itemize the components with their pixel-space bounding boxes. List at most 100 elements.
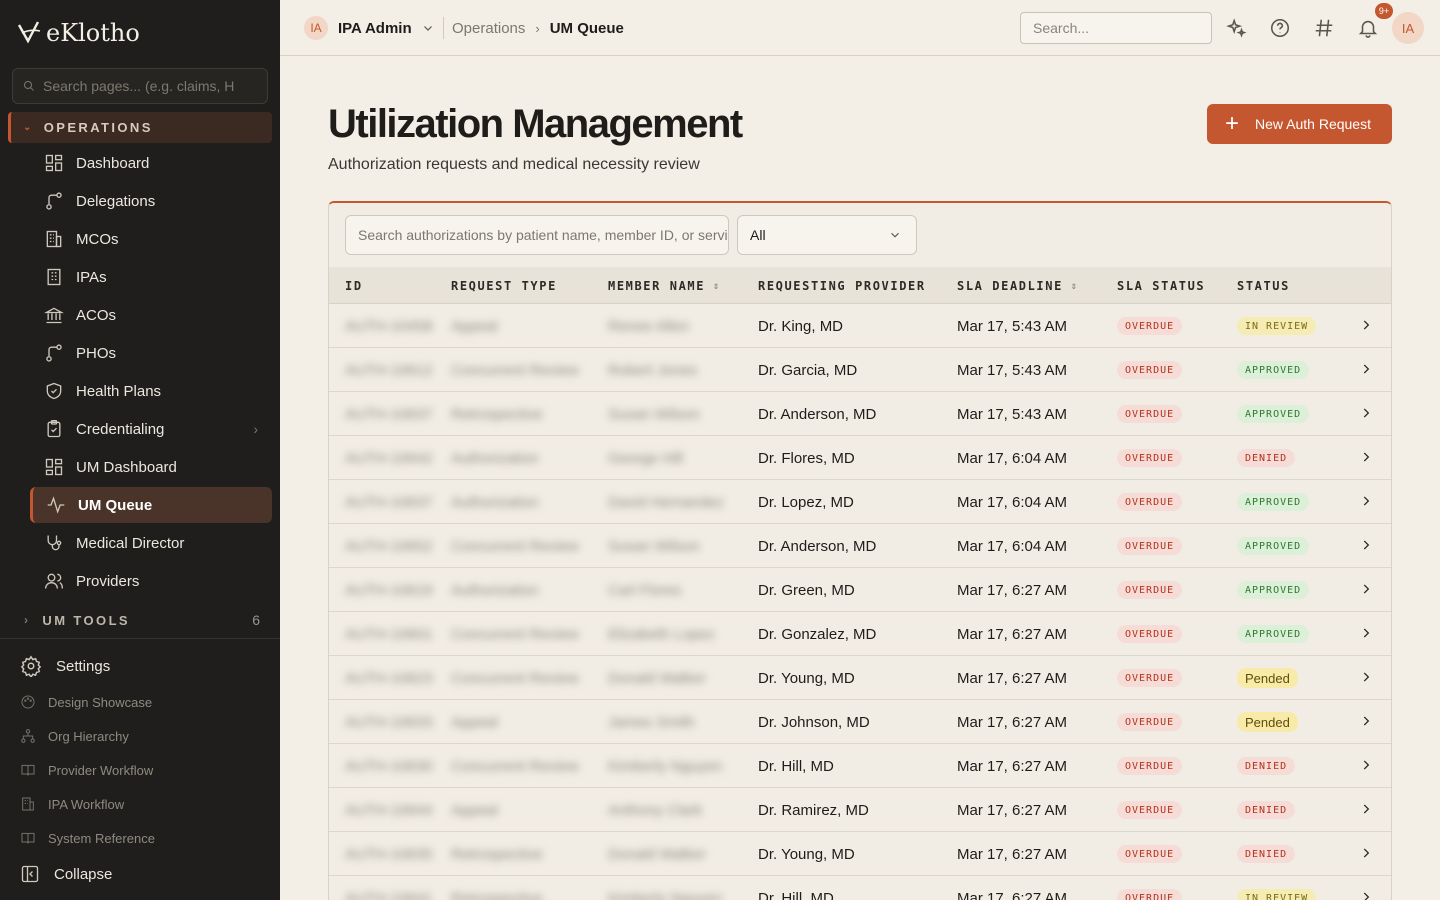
cell-id: AUTH-10635	[345, 846, 433, 863]
user-avatar[interactable]: IA	[1392, 12, 1424, 44]
cell-request-type: Authorization	[451, 450, 539, 467]
help-button[interactable]	[1268, 16, 1292, 40]
table-row[interactable]: AUTH-10458 Appeal Renee Allen Dr. King, MD M…	[329, 304, 1391, 348]
sidebar-item-ipas[interactable]: IPAs	[30, 259, 272, 295]
sidebar-item-delegations[interactable]: Delegations	[30, 183, 272, 219]
chevron-right-icon[interactable]	[1359, 538, 1373, 552]
column-header-status[interactable]: STATUS	[1237, 279, 1290, 293]
sort-icon[interactable]: ⇕	[1071, 281, 1077, 292]
link-design-showcase[interactable]: Design Showcase	[20, 691, 152, 713]
cell-sla-deadline: Mar 17, 6:27 AM	[957, 582, 1068, 599]
chevron-right-icon[interactable]	[1359, 670, 1373, 684]
sidebar-item-um-dashboard[interactable]: UM Dashboard	[30, 449, 272, 485]
panel-collapse-icon	[21, 865, 39, 883]
chevron-right-icon[interactable]	[1359, 714, 1373, 728]
chevron-right-icon[interactable]	[1359, 318, 1373, 332]
link-system-reference[interactable]: System Reference	[20, 827, 155, 849]
column-header-member-name[interactable]: MEMBER NAME ⇕	[608, 279, 719, 293]
users-icon	[45, 573, 63, 589]
column-header-sla-deadline[interactable]: SLA DEADLINE ⇕	[957, 279, 1077, 293]
sidebar-item-medical-director[interactable]: Medical Director	[30, 525, 272, 561]
sidebar-search[interactable]	[12, 68, 268, 104]
chevron-right-icon[interactable]	[1359, 626, 1373, 640]
sidebar-item-phos[interactable]: PHOs	[30, 335, 272, 371]
table-row[interactable]: AUTH-10630 Concurrent Review Kimberly Nguy…	[329, 744, 1391, 788]
status-badge: Pended	[1237, 668, 1298, 688]
chevron-right-icon[interactable]	[1359, 494, 1373, 508]
cell-request-type: Appeal	[451, 714, 498, 731]
cell-id: AUTH-10630	[345, 758, 433, 775]
org-avatar: IA	[304, 16, 328, 40]
cell-sla-deadline: Mar 17, 5:43 AM	[957, 406, 1068, 423]
table-row[interactable]: AUTH-10637 Retrospective Susan Wilson Dr. A…	[329, 392, 1391, 436]
table-row[interactable]: AUTH-10635 Retrospective Donald Walker Dr. …	[329, 832, 1391, 876]
status-filter-select[interactable]: All	[737, 215, 917, 255]
chevron-right-icon[interactable]	[1359, 450, 1373, 464]
brand-logo[interactable]: eKlotho	[16, 16, 140, 50]
sla-status-badge: OVERDUE	[1117, 845, 1183, 863]
sidebar: eKlotho ⌄ OPERATIONS Dashboard Delegatio…	[0, 0, 280, 900]
auth-search-input[interactable]	[345, 215, 729, 255]
cell-member-name: Donald Walker	[608, 846, 706, 863]
cell-sla-deadline: Mar 17, 6:27 AM	[957, 758, 1068, 775]
link-org-hierarchy[interactable]: Org Hierarchy	[20, 725, 129, 747]
chevron-right-icon[interactable]	[1359, 362, 1373, 376]
sidebar-item-mcos[interactable]: MCOs	[30, 221, 272, 257]
chevron-right-icon[interactable]	[1359, 582, 1373, 596]
settings-link[interactable]: Settings	[20, 652, 110, 680]
sidebar-item-dashboard[interactable]: Dashboard	[30, 145, 272, 181]
chevron-right-icon[interactable]	[1359, 758, 1373, 772]
chevron-right-icon[interactable]	[1359, 846, 1373, 860]
link-provider-workflow[interactable]: Provider Workflow	[20, 759, 153, 781]
table-row[interactable]: AUTH-10633 Appeal James Smith Dr. Johnson, …	[329, 700, 1391, 744]
auth-table-card: All ID REQUEST TYPE MEMBER NAME ⇕ REQUEST…	[328, 201, 1392, 900]
table-row[interactable]: AUTH-10623 Concurrent Review Donald Walker…	[329, 656, 1391, 700]
section-operations[interactable]: ⌄ OPERATIONS	[8, 112, 272, 143]
table-row[interactable]: AUTH-10641 Retrospective Kimberly Nguyen Dr…	[329, 876, 1391, 900]
building-icon	[46, 230, 62, 248]
cell-requesting-provider: Dr. Anderson, MD	[758, 406, 877, 423]
column-header-sla-status[interactable]: SLA STATUS	[1117, 279, 1205, 293]
table-row[interactable]: AUTH-10601 Concurrent Review Elizabeth Lop…	[329, 612, 1391, 656]
channels-button[interactable]	[1312, 16, 1336, 40]
column-label: REQUESTING PROVIDER	[758, 279, 926, 293]
org-switcher[interactable]: IA IPA Admin	[304, 16, 434, 40]
divider	[0, 638, 280, 639]
table-row[interactable]: AUTH-10642 Authorization George Hill Dr. Fl…	[329, 436, 1391, 480]
cell-id: AUTH-10623	[345, 670, 433, 687]
cell-requesting-provider: Dr. Anderson, MD	[758, 538, 877, 555]
section-um-tools[interactable]: › UM TOOLS 6	[24, 609, 264, 631]
cell-member-name: George Hill	[608, 450, 684, 467]
table-row[interactable]: AUTH-10619 Authorization Carl Flores Dr. Gr…	[329, 568, 1391, 612]
ai-sparkle-button[interactable]	[1224, 16, 1248, 40]
cell-member-name: Kimberly Nguyen	[608, 758, 723, 775]
cell-member-name: Anthony Clark	[608, 802, 703, 819]
column-header-id[interactable]: ID	[345, 279, 363, 293]
table-row[interactable]: AUTH-10612 Concurrent Review Robert Jones D…	[329, 348, 1391, 392]
table-row[interactable]: AUTH-10637 Authorization David Hernandez Dr…	[329, 480, 1391, 524]
logo-mark-icon	[17, 21, 41, 44]
global-search-input[interactable]	[1020, 12, 1212, 44]
chevron-right-icon[interactable]	[1359, 802, 1373, 816]
collapse-button[interactable]: Collapse	[20, 862, 112, 886]
sidebar-item-credentialing[interactable]: Credentialing ›	[30, 411, 272, 447]
sidebar-item-acos[interactable]: ACOs	[30, 297, 272, 333]
column-label: SLA STATUS	[1117, 279, 1206, 293]
chevron-right-icon[interactable]	[1359, 406, 1373, 420]
sidebar-item-um-queue[interactable]: UM Queue	[30, 487, 272, 523]
chevron-right-icon[interactable]	[1359, 890, 1373, 900]
column-header-request-type[interactable]: REQUEST TYPE	[451, 279, 557, 293]
new-auth-request-button[interactable]: + New Auth Request	[1207, 104, 1392, 144]
table-row[interactable]: AUTH-10644 Appeal Anthony Clark Dr. Ramirez…	[329, 788, 1391, 832]
table-row[interactable]: AUTH-10652 Concurrent Review Susan Wilson D…	[329, 524, 1391, 568]
link-ipa-workflow[interactable]: IPA Workflow	[20, 793, 124, 815]
sidebar-item-providers[interactable]: Providers	[30, 563, 272, 599]
breadcrumb-operations[interactable]: Operations	[452, 20, 525, 37]
sidebar-item-health-plans[interactable]: Health Plans	[30, 373, 272, 409]
column-header-requesting-provider[interactable]: REQUESTING PROVIDER	[758, 279, 926, 293]
notifications-button[interactable]	[1356, 16, 1380, 40]
sidebar-search-input[interactable]	[43, 78, 253, 94]
chevron-right-icon[interactable]: ›	[253, 421, 258, 437]
sort-icon[interactable]: ⇕	[713, 281, 719, 292]
cell-member-name: Donald Walker	[608, 670, 706, 687]
